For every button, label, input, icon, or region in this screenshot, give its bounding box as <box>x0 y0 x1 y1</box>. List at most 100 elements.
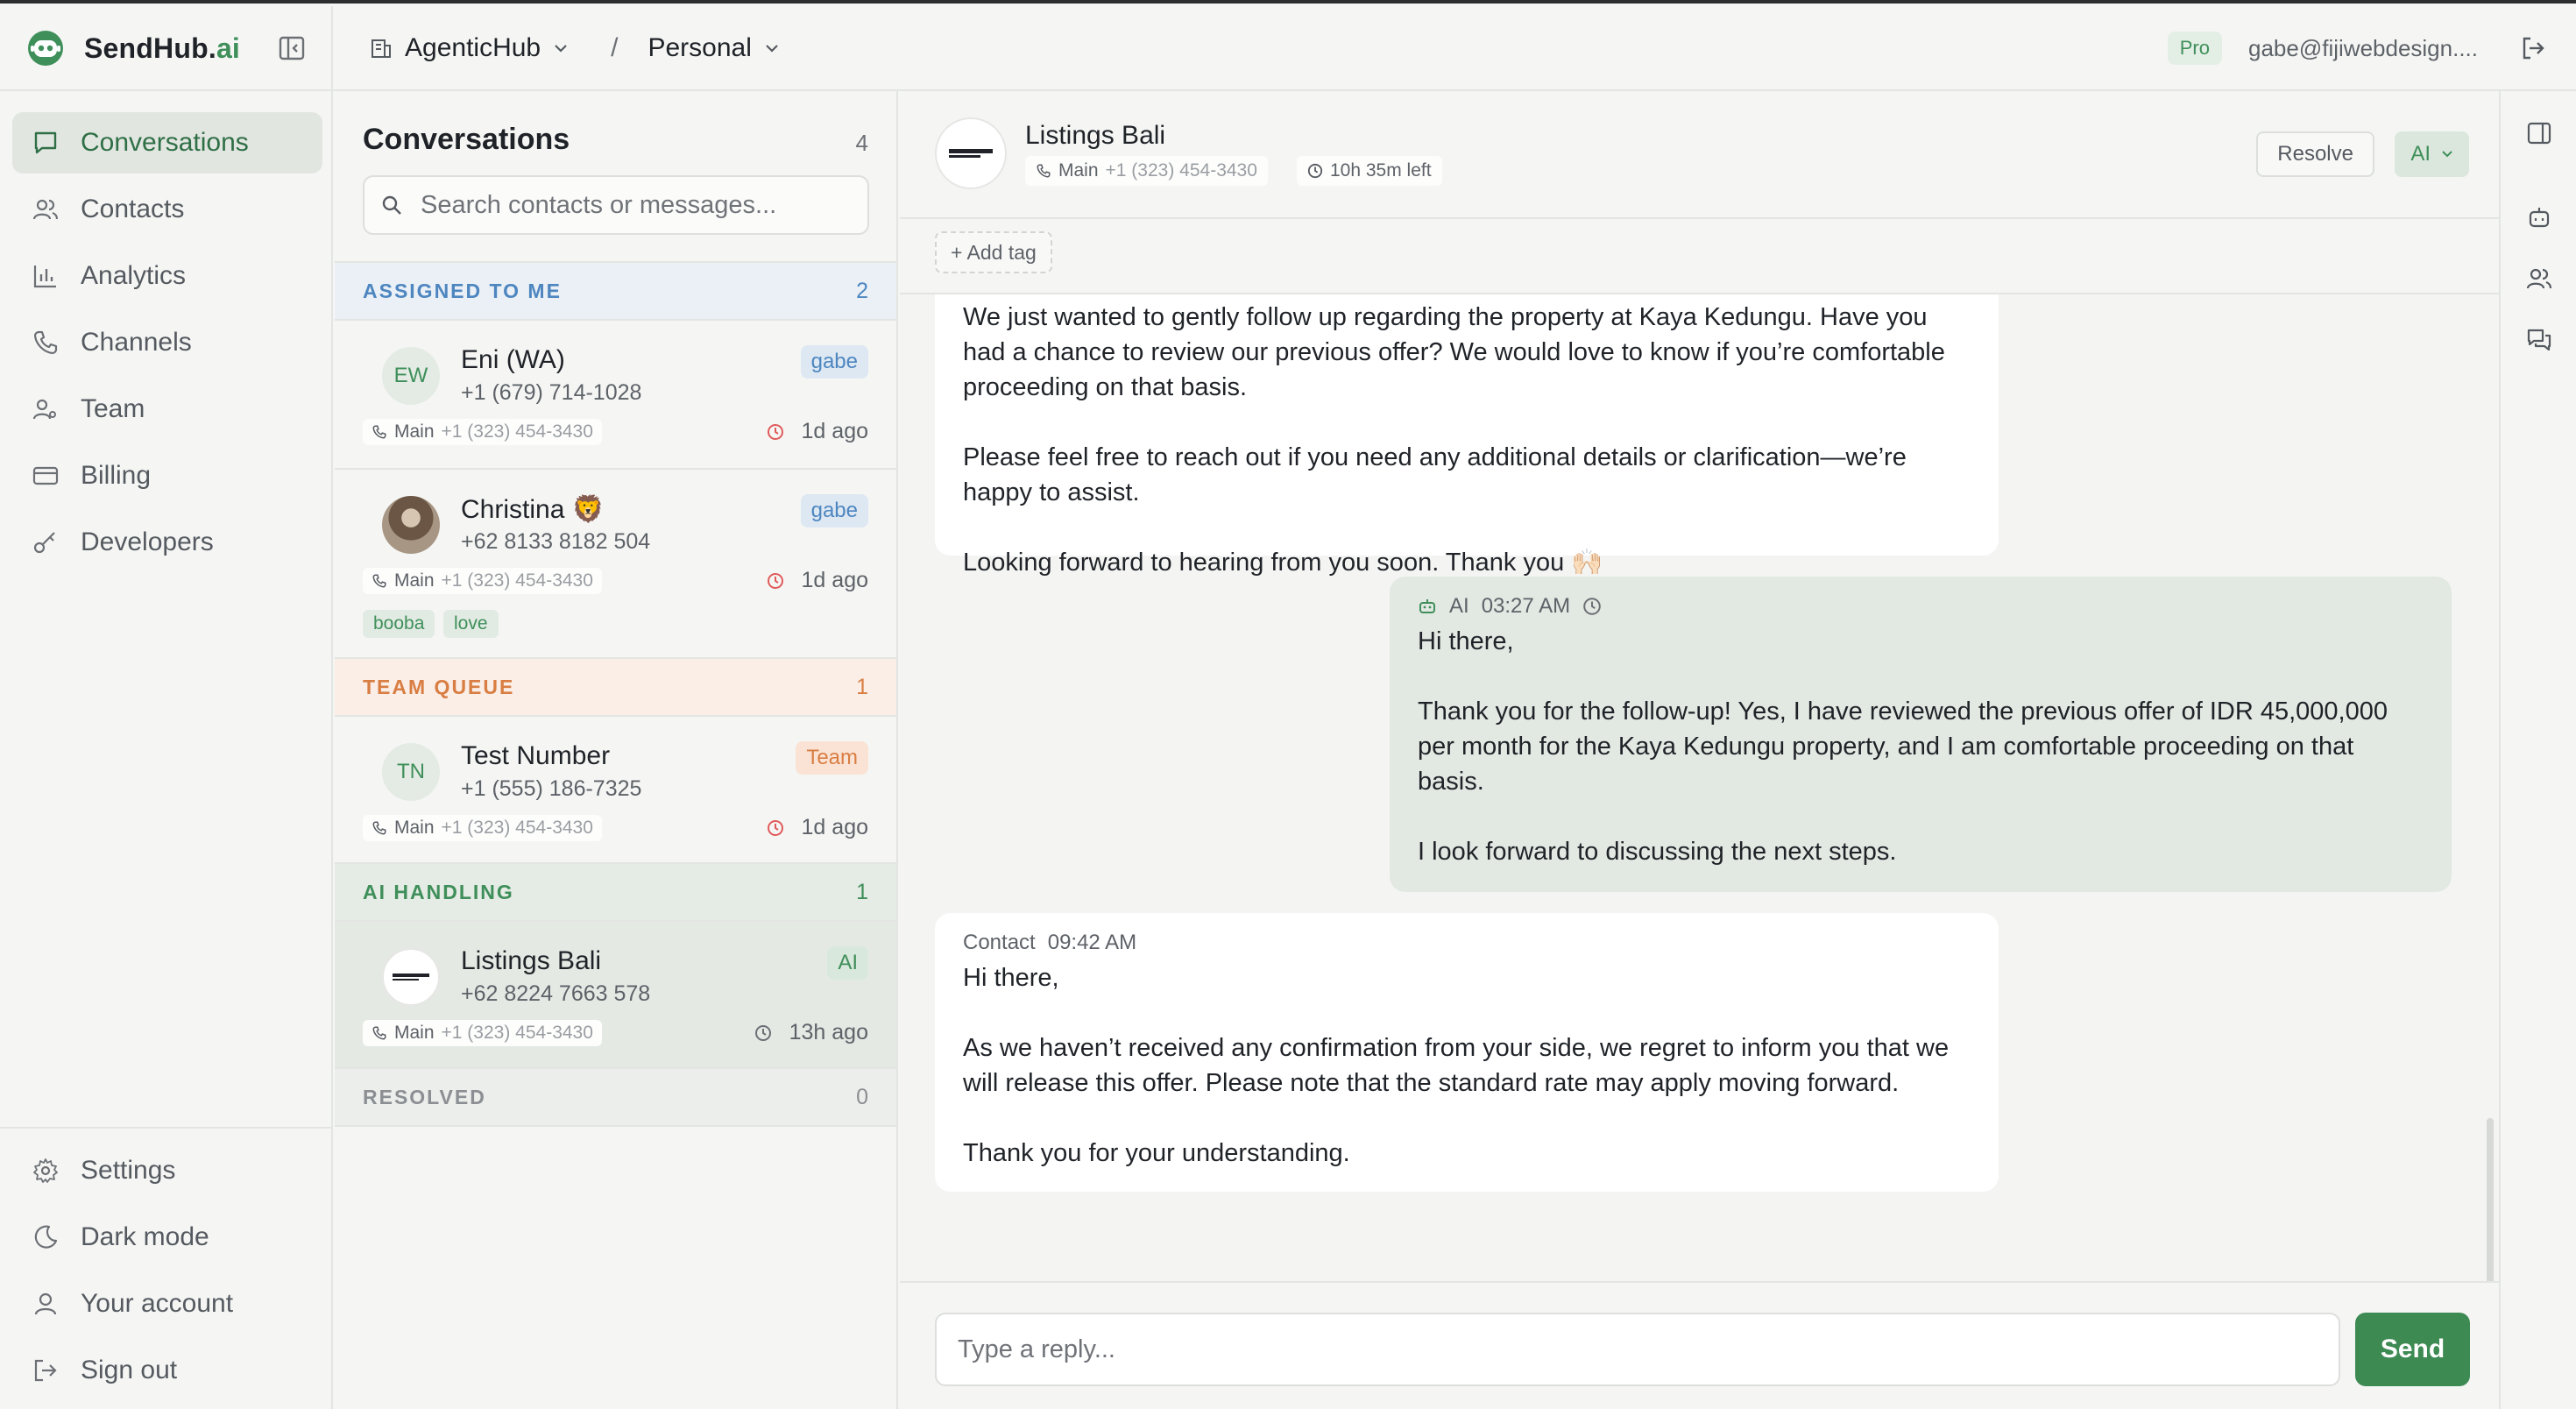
sidebar-item-label: Developers <box>81 527 214 556</box>
sidebar-item-label: Contacts <box>81 195 185 223</box>
sidebar: Conversations Contacts Analytics Channel… <box>0 91 333 1409</box>
sidebar-item-contacts[interactable]: Contacts <box>12 179 322 240</box>
brand-name: SendHub.ai <box>84 32 241 64</box>
brand: SendHub.ai <box>0 6 333 90</box>
search-input[interactable] <box>421 190 859 220</box>
sidebar-item-channels[interactable]: Channels <box>12 312 322 373</box>
message-text: Hi there, <box>1418 627 1514 655</box>
clock-icon <box>754 1024 771 1041</box>
sidebar-item-label: Sign out <box>81 1356 178 1384</box>
section-ai-handling[interactable]: AI HANDLING 1 <box>335 864 896 922</box>
listings-logo-icon <box>949 149 993 158</box>
message-time: 03:27 AM <box>1481 594 1571 618</box>
chat-contact-name: Listings Bali <box>1025 121 1166 150</box>
user-email[interactable]: gabe@fijiwebdesign.... <box>2248 35 2478 62</box>
section-team-queue[interactable]: TEAM QUEUE 1 <box>335 659 896 717</box>
workspace-switcher[interactable]: AgenticHub <box>370 33 581 63</box>
sidebar-item-label: Channels <box>81 328 192 357</box>
last-activity: 1d ago <box>767 815 868 840</box>
conversation-item-christina[interactable]: Christina 🦁 +62 8133 8182 504 gabe Main +… <box>335 470 896 659</box>
message-text: We just wanted to gently follow up regar… <box>963 303 1945 401</box>
clock-icon <box>1307 163 1323 179</box>
tag-chip[interactable]: love <box>443 610 499 638</box>
sidebar-item-conversations[interactable]: Conversations <box>12 112 322 173</box>
sidebar-item-settings[interactable]: Settings <box>12 1140 322 1201</box>
contact-phone: +1 (679) 714-1028 <box>461 380 642 405</box>
sidebar-item-developers[interactable]: Developers <box>12 512 322 573</box>
last-activity: 1d ago <box>767 568 868 593</box>
sign-out-icon <box>34 1359 57 1382</box>
thread-scrollbar[interactable] <box>2487 1118 2494 1281</box>
phone-icon <box>372 821 386 835</box>
conversation-item-listings-bali[interactable]: Listings Bali +62 8224 7663 578 AI Main +… <box>335 922 896 1069</box>
users-icon <box>32 199 59 220</box>
contacts-icon[interactable] <box>2525 265 2553 293</box>
message-text: Hi there, <box>963 964 1059 992</box>
workspace-name: AgenticHub <box>405 33 541 62</box>
team-icon <box>32 399 56 420</box>
sidebar-item-label: Dark mode <box>81 1222 209 1251</box>
collapse-sidebar-icon[interactable] <box>279 36 305 60</box>
line-badge: Main +1 (323) 454-3430 <box>363 419 602 445</box>
clock-icon <box>1583 598 1601 615</box>
chevron-down-icon <box>555 45 567 53</box>
section-assigned-to-me[interactable]: ASSIGNED TO ME 2 <box>335 263 896 321</box>
message-text: Thank you for your understanding. <box>963 1139 1350 1167</box>
section-label: ASSIGNED TO ME <box>363 279 562 302</box>
logout-icon[interactable] <box>2520 35 2546 61</box>
panel-toggle-icon[interactable] <box>2525 119 2553 147</box>
message-incoming: Contact 09:42 AM Hi there, As we haven’t… <box>935 913 1999 1192</box>
phone-icon <box>372 425 386 439</box>
add-tag-button[interactable]: + Add tag <box>935 231 1052 273</box>
contact-name: Test Number <box>461 741 611 770</box>
message-sender: Contact <box>963 931 1036 954</box>
sidebar-item-analytics[interactable]: Analytics <box>12 245 322 307</box>
breadcrumb: AgenticHub / Personal <box>333 33 2168 63</box>
conversation-item-test-number[interactable]: TN Test Number +1 (555) 186-7325 Team Ma… <box>335 717 896 864</box>
top-bar: SendHub.ai AgenticHub / Personal Pro gab… <box>0 6 2576 91</box>
plan-badge: Pro <box>2167 32 2222 65</box>
contact-name: Listings Bali <box>461 946 602 975</box>
composer: Send <box>900 1281 2499 1409</box>
message-sender: AI <box>1449 594 1469 618</box>
ai-badge: AI <box>827 946 868 980</box>
tag-chip[interactable]: booba <box>363 610 435 638</box>
sidebar-item-dark-mode[interactable]: Dark mode <box>12 1207 322 1268</box>
sidebar-item-sign-out[interactable]: Sign out <box>12 1340 322 1401</box>
phone-icon <box>33 330 58 355</box>
breadcrumb-separator: / <box>611 33 619 62</box>
search-box <box>363 175 869 235</box>
user-icon <box>34 1292 57 1315</box>
conversation-list-panel: Conversations 4 ASSIGNED TO ME 2 EW Eni … <box>335 91 898 1409</box>
avatar: EW <box>382 347 440 405</box>
chat-panel: Listings Bali Main +1 (323) 454-3430 10h … <box>900 91 2499 1409</box>
message-thread[interactable]: We just wanted to gently follow up regar… <box>900 294 2499 1281</box>
project-switcher[interactable]: Personal <box>648 33 791 63</box>
line-badge: Main +1 (323) 454-3430 <box>363 568 602 594</box>
sidebar-item-account[interactable]: Your account <box>12 1273 322 1335</box>
phone-icon <box>372 574 386 588</box>
queue-badge: Team <box>796 741 868 775</box>
message-meta: AI 03:27 AM <box>1418 589 2424 624</box>
bot-icon <box>1419 599 1435 613</box>
sidebar-item-team[interactable]: Team <box>12 379 322 440</box>
building-icon <box>372 39 391 58</box>
contact-name: Christina 🦁 <box>461 495 605 524</box>
message-incoming: We just wanted to gently follow up regar… <box>935 294 1999 577</box>
credit-card-icon <box>32 466 59 485</box>
reply-input[interactable] <box>935 1313 2340 1386</box>
resolve-button[interactable]: Resolve <box>2256 131 2374 177</box>
ai-mode-dropdown[interactable]: AI <box>2395 131 2469 177</box>
send-button[interactable]: Send <box>2355 1313 2470 1386</box>
avatar: TN <box>382 743 440 801</box>
sidebar-item-label: Team <box>81 394 145 423</box>
conversation-item-eni[interactable]: EW Eni (WA) +1 (679) 714-1028 gabe Main +… <box>335 321 896 470</box>
section-resolved[interactable]: RESOLVED 0 <box>335 1069 896 1127</box>
contact-name: Eni (WA) <box>461 345 565 374</box>
messages-icon[interactable] <box>2525 326 2553 354</box>
bot-icon[interactable] <box>2525 203 2553 231</box>
line-badge: Main +1 (323) 454-3430 <box>1025 156 1268 186</box>
clock-alert-icon <box>767 572 783 589</box>
sla-timer: 10h 35m left <box>1297 156 1442 186</box>
sidebar-item-billing[interactable]: Billing <box>12 445 322 506</box>
